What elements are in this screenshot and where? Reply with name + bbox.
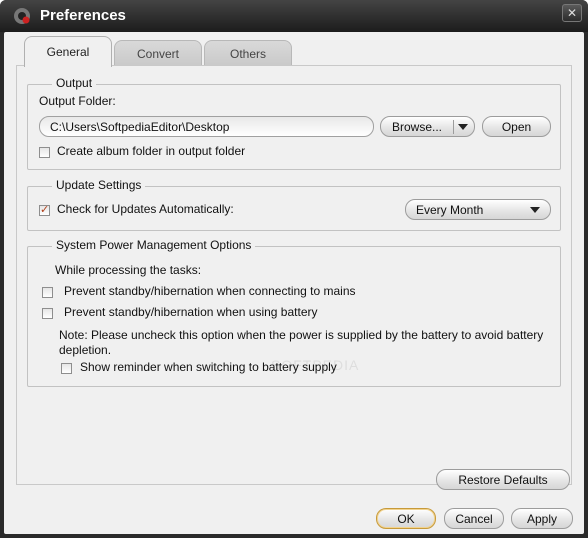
- check-updates-checkbox[interactable]: [39, 203, 50, 216]
- output-folder-label: Output Folder:: [39, 94, 116, 108]
- cancel-button[interactable]: Cancel: [444, 508, 504, 529]
- chevron-down-icon: [530, 207, 540, 213]
- update-frequency-value: Every Month: [416, 202, 484, 217]
- tab-others[interactable]: Others: [204, 40, 292, 66]
- apply-button[interactable]: Apply: [511, 508, 573, 529]
- browse-label: Browse...: [392, 119, 443, 134]
- album-folder-label: Create album folder in output folder: [57, 144, 246, 158]
- window-title: Preferences: [40, 7, 126, 24]
- title-bar[interactable]: Preferences ✕: [0, 0, 588, 32]
- output-group: Output Output Folder: C:\Users\Softpedia…: [27, 76, 561, 170]
- tab-general[interactable]: General: [24, 36, 112, 67]
- update-settings-group: Update Settings Check for Updates Automa…: [27, 178, 561, 231]
- ok-label: OK: [397, 511, 415, 526]
- apply-label: Apply: [526, 511, 558, 526]
- album-folder-checkbox[interactable]: [39, 147, 50, 158]
- prevent-battery-checkbox[interactable]: [42, 308, 53, 319]
- chevron-down-icon: [458, 124, 468, 130]
- preferences-window: Preferences ✕ General Convert Others Out…: [0, 0, 588, 538]
- power-legend: System Power Management Options: [52, 238, 256, 252]
- open-label: Open: [501, 119, 532, 134]
- prevent-mains-label: Prevent standby/hibernation when connect…: [64, 284, 356, 298]
- tab-convert[interactable]: Convert: [114, 40, 202, 66]
- tab-label: General: [46, 45, 90, 59]
- record-icon: [14, 8, 30, 24]
- browse-dropdown-arrow[interactable]: [458, 124, 468, 130]
- prevent-mains-checkbox[interactable]: [42, 287, 53, 298]
- browse-button[interactable]: Browse...: [380, 116, 475, 137]
- close-button[interactable]: ✕: [562, 4, 582, 22]
- ok-button[interactable]: OK: [376, 508, 436, 529]
- battery-note-line2: depletion.: [59, 343, 112, 357]
- close-icon: ✕: [566, 6, 578, 20]
- while-processing-label: While processing the tasks:: [55, 263, 202, 277]
- restore-defaults-label: Restore Defaults: [458, 472, 548, 487]
- output-folder-field[interactable]: C:\Users\SoftpediaEditor\Desktop: [39, 116, 374, 137]
- battery-note-line1: Note: Please uncheck this option when th…: [59, 328, 544, 342]
- open-button[interactable]: Open: [482, 116, 551, 137]
- softpedia-watermark: SOFTPEDIA: [271, 357, 360, 373]
- tab-label: Convert: [136, 46, 180, 61]
- restore-defaults-button[interactable]: Restore Defaults: [436, 469, 570, 490]
- cancel-label: Cancel: [455, 511, 493, 526]
- check-updates-label: Check for Updates Automatically:: [57, 202, 234, 216]
- tab-label: Others: [229, 46, 266, 61]
- update-legend: Update Settings: [52, 178, 146, 192]
- update-frequency-select[interactable]: Every Month: [405, 199, 551, 220]
- output-legend: Output: [52, 76, 97, 90]
- prevent-battery-label: Prevent standby/hibernation when using b…: [64, 305, 318, 319]
- dialog-client-area: General Convert Others Output Output Fol…: [4, 32, 584, 534]
- battery-reminder-checkbox[interactable]: [61, 363, 72, 374]
- general-tab-panel: Output Output Folder: C:\Users\Softpedia…: [16, 65, 572, 485]
- split-divider: [453, 120, 454, 134]
